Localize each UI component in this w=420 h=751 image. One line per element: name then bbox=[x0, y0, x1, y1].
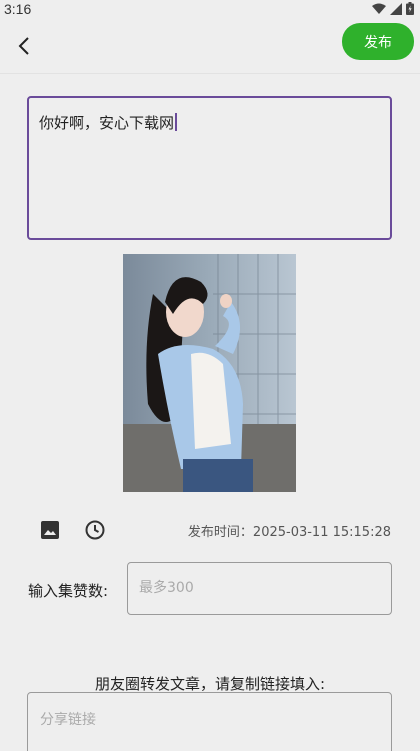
status-bar: 3:16 bbox=[0, 0, 420, 18]
signal-icon bbox=[390, 2, 402, 15]
wifi-icon bbox=[372, 3, 386, 14]
battery-icon bbox=[406, 2, 414, 15]
image-icon bbox=[41, 521, 59, 539]
post-text-input[interactable]: 你好啊，安心下载网 bbox=[27, 96, 392, 240]
likes-label: 输入集赞数: bbox=[28, 582, 109, 600]
status-time: 3:16 bbox=[4, 1, 32, 17]
share-label: 朋友圈转发文章，请复制链接填入: bbox=[94, 675, 326, 693]
post-photo[interactable] bbox=[123, 254, 296, 492]
image-picker-button[interactable] bbox=[38, 518, 62, 542]
clock-icon bbox=[85, 520, 105, 540]
portrait-photo bbox=[123, 254, 296, 492]
post-text: 你好啊，安心下载网 bbox=[39, 114, 175, 132]
publish-button[interactable]: 发布 bbox=[342, 23, 414, 60]
share-placeholder: 分享链接 bbox=[40, 712, 96, 728]
publish-time: 发布时间：2025-03-11 15:15:28 bbox=[187, 525, 391, 540]
share-link-input[interactable]: 分享链接 bbox=[27, 692, 392, 751]
likes-input[interactable]: 最多300 bbox=[127, 562, 392, 615]
back-arrow-icon bbox=[18, 37, 29, 55]
back-button[interactable] bbox=[10, 32, 38, 60]
app-bar: 发布 bbox=[0, 18, 420, 74]
schedule-time-button[interactable] bbox=[83, 518, 107, 542]
status-icons bbox=[372, 2, 414, 15]
likes-placeholder: 最多300 bbox=[139, 580, 194, 596]
text-cursor bbox=[175, 113, 178, 131]
